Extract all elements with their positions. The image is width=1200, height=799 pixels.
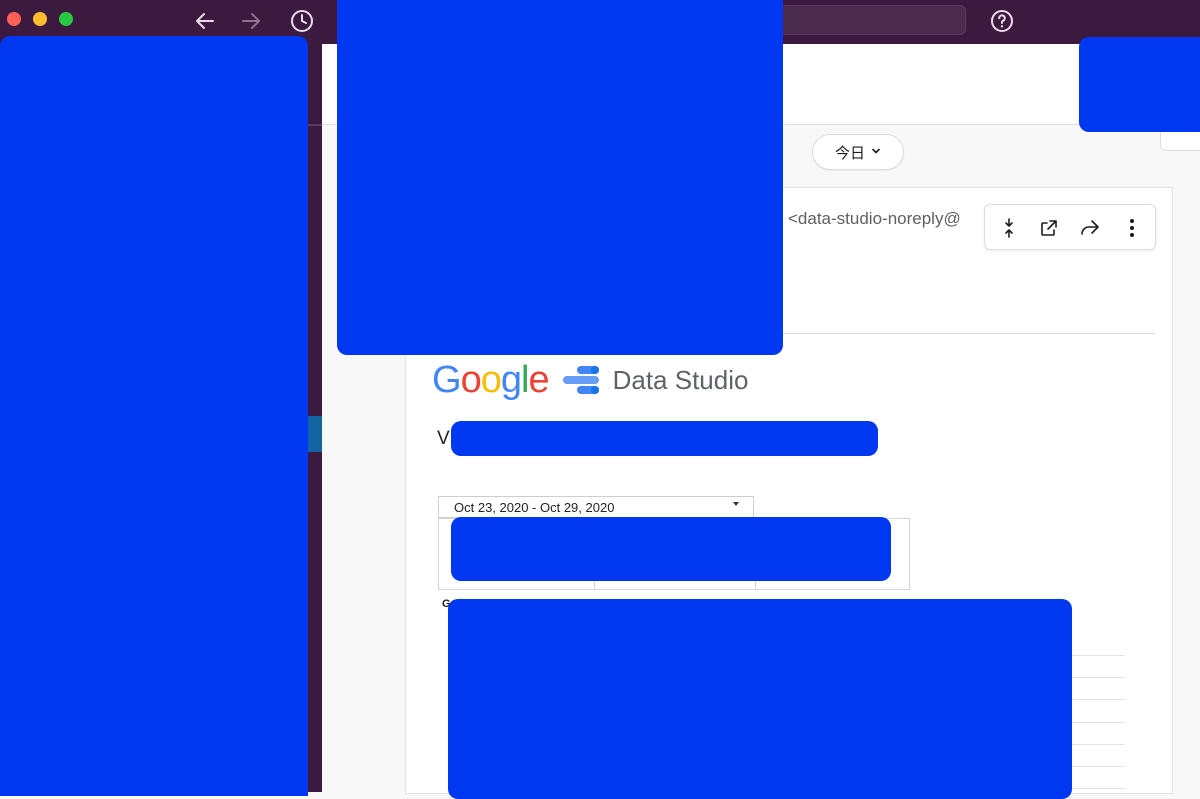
forward-button[interactable] (238, 8, 264, 34)
question-circle-icon (991, 10, 1013, 32)
chevron-down-icon (871, 146, 881, 159)
share-button[interactable] (1077, 215, 1103, 241)
more-vertical-icon (1130, 219, 1134, 237)
product-name: Data Studio (612, 364, 749, 395)
close-window-button[interactable] (7, 12, 21, 26)
data-studio-logo: Google Data Studio (432, 358, 748, 402)
message-actions-toolbar (984, 204, 1156, 250)
redaction-scorecards (451, 517, 891, 581)
sidebar-item-selected-indicator[interactable] (308, 416, 322, 452)
dropdown-arrow-icon (733, 502, 739, 506)
table-row-divider (1071, 699, 1125, 700)
table-row-divider (1071, 766, 1125, 767)
history-button[interactable] (289, 8, 315, 34)
help-button[interactable] (989, 8, 1015, 34)
report-title: V (437, 428, 450, 449)
clock-icon (291, 10, 313, 32)
back-button[interactable] (192, 8, 218, 34)
date-divider-label: 今日 (834, 144, 865, 162)
open-in-new-button[interactable] (1036, 215, 1062, 241)
table-row-divider (1071, 744, 1125, 745)
date-divider-button[interactable]: 今日 (812, 134, 904, 170)
date-range-picker[interactable]: Oct 23, 2020 - Oct 29, 2020 (438, 496, 754, 518)
table-row-divider (1071, 677, 1125, 678)
redaction-title (451, 421, 878, 456)
date-range-label: Oct 23, 2020 - Oct 29, 2020 (454, 500, 615, 515)
collapse-icon (1005, 218, 1013, 238)
collapse-button[interactable] (996, 215, 1022, 241)
redaction-top-right (1079, 37, 1200, 132)
table-row-divider (1071, 788, 1125, 789)
search-input[interactable] (780, 5, 966, 35)
sender-email: <data-studio-noreply@ (788, 209, 961, 228)
share-forward-icon (1081, 220, 1099, 235)
arrow-right-icon (242, 13, 260, 29)
arrow-left-icon (196, 13, 214, 29)
minimize-window-button[interactable] (33, 12, 47, 26)
redaction-table (448, 599, 1072, 799)
more-actions-button[interactable] (1119, 215, 1145, 241)
data-studio-icon (562, 366, 599, 394)
redaction-header (337, 0, 783, 355)
open-external-icon (1041, 220, 1057, 236)
google-wordmark: Google (432, 358, 550, 401)
sidebar-divider (308, 124, 322, 126)
table-row-divider (1071, 655, 1125, 656)
redaction-sidebar (0, 36, 308, 796)
table-row-divider (1071, 722, 1125, 723)
zoom-window-button[interactable] (59, 12, 73, 26)
